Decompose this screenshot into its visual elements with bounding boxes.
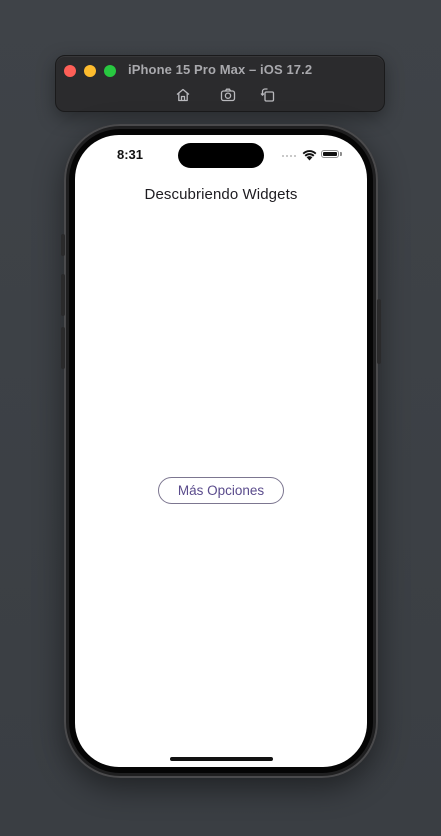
app-bar-title: Descubriendo Widgets bbox=[144, 186, 298, 203]
action-button bbox=[61, 234, 65, 256]
power-button bbox=[377, 299, 381, 364]
dynamic-island bbox=[178, 143, 264, 168]
cellular-signal-icon bbox=[282, 155, 296, 157]
phone-screen: 8:31 Descubriendo Widgets Más Opciones bbox=[75, 135, 367, 767]
battery-cap bbox=[340, 152, 342, 156]
rotate-icon[interactable] bbox=[259, 86, 277, 104]
volume-down-button bbox=[61, 327, 65, 369]
maximize-window-button[interactable] bbox=[104, 65, 116, 77]
home-icon[interactable] bbox=[174, 86, 192, 104]
wifi-icon bbox=[302, 148, 317, 161]
simulator-toolbar[interactable]: iPhone 15 Pro Max – iOS 17.2 bbox=[55, 55, 385, 112]
screenshot-icon[interactable] bbox=[219, 86, 237, 104]
minimize-window-button[interactable] bbox=[84, 65, 96, 77]
volume-up-button bbox=[61, 274, 65, 316]
desktop-background: iPhone 15 Pro Max – iOS 17.2 8:31 Descub… bbox=[0, 0, 441, 836]
more-options-button[interactable]: Más Opciones bbox=[158, 477, 284, 504]
close-window-button[interactable] bbox=[64, 65, 76, 77]
battery-icon bbox=[321, 150, 339, 158]
iphone-frame: 8:31 Descubriendo Widgets Más Opciones bbox=[61, 124, 381, 778]
simulator-title: iPhone 15 Pro Max – iOS 17.2 bbox=[128, 62, 313, 77]
home-indicator[interactable] bbox=[170, 757, 273, 761]
status-time: 8:31 bbox=[117, 147, 144, 162]
